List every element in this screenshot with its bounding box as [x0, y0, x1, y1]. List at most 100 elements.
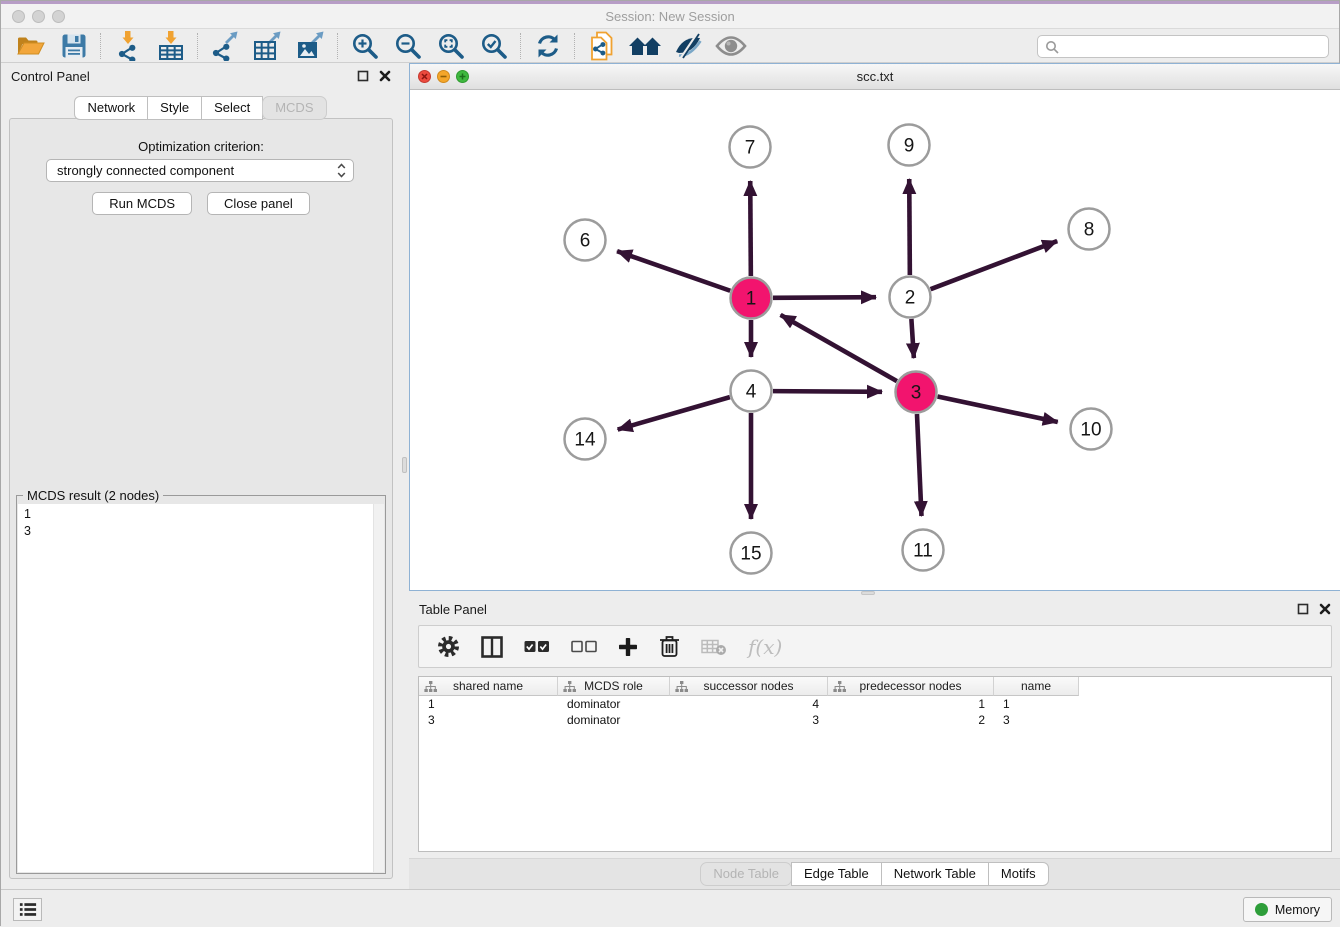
table-row[interactable]: 3dominator323 [419, 712, 1331, 728]
save-session-button[interactable] [52, 29, 95, 63]
table-cell[interactable]: 2 [828, 712, 994, 728]
run-mcds-button[interactable]: Run MCDS [92, 192, 192, 215]
show-graphics-details-button[interactable] [709, 29, 752, 63]
frame-minimize-button[interactable] [437, 70, 450, 83]
float-panel-icon[interactable] [1297, 603, 1309, 615]
table-cell[interactable]: 4 [670, 696, 828, 712]
split-view-button[interactable] [481, 636, 503, 658]
float-panel-icon[interactable] [357, 70, 369, 82]
tab-network-table[interactable]: Network Table [881, 862, 989, 886]
tab-mcds[interactable]: MCDS [262, 96, 326, 120]
select-all-button[interactable] [524, 640, 550, 654]
close-panel-button[interactable]: Close panel [207, 192, 310, 215]
export-image-button[interactable] [289, 29, 332, 63]
graph-node-6[interactable]: 6 [565, 220, 606, 261]
tab-node-table[interactable]: Node Table [700, 862, 792, 886]
vertical-splitter[interactable] [401, 63, 409, 889]
table-cell[interactable]: 1 [419, 696, 558, 712]
table-cell[interactable]: dominator [558, 696, 670, 712]
apply-layout-button[interactable] [526, 29, 569, 63]
table-cell[interactable]: 3 [419, 712, 558, 728]
column-header-name[interactable]: name [994, 677, 1079, 696]
zoom-selected-button[interactable] [472, 29, 515, 63]
table-cell[interactable]: 3 [670, 712, 828, 728]
table-cell[interactable]: 1 [828, 696, 994, 712]
export-network-button[interactable] [203, 29, 246, 63]
clear-selection-button[interactable] [571, 640, 597, 654]
tab-motifs[interactable]: Motifs [988, 862, 1049, 886]
export-table-button[interactable] [246, 29, 289, 63]
splitter-grip[interactable] [861, 591, 875, 595]
column-header-shared-name[interactable]: shared name [419, 677, 558, 696]
table-cell[interactable]: 1 [994, 696, 1079, 712]
maximize-window-button[interactable] [52, 10, 65, 23]
column-header-predecessor-nodes[interactable]: predecessor nodes [828, 677, 994, 696]
import-table-button[interactable] [149, 29, 192, 63]
graph-node-9[interactable]: 9 [889, 125, 930, 166]
graph-node-1[interactable]: 1 [731, 278, 772, 319]
home-button[interactable] [623, 29, 666, 63]
tab-select[interactable]: Select [201, 96, 263, 120]
import-network-button[interactable] [106, 29, 149, 63]
tab-style[interactable]: Style [147, 96, 202, 120]
graph-edge-1-7[interactable] [750, 181, 751, 276]
graph-node-10[interactable]: 10 [1071, 409, 1112, 450]
graph-node-4[interactable]: 4 [731, 371, 772, 412]
tab-edge-table[interactable]: Edge Table [791, 862, 882, 886]
close-window-button[interactable] [12, 10, 25, 23]
open-session-button[interactable] [9, 29, 52, 63]
splitter-grip[interactable] [402, 457, 407, 473]
close-panel-icon[interactable] [1319, 603, 1331, 615]
svg-text:9: 9 [904, 136, 915, 157]
frame-close-button[interactable] [418, 70, 431, 83]
graph-node-14[interactable]: 14 [565, 419, 606, 460]
table-cell[interactable]: dominator [558, 712, 670, 728]
network-canvas[interactable]: 7 9 6 8 1 2 4 3 14 10 15 11 [410, 90, 1340, 590]
graph-edge-1-2[interactable] [773, 297, 876, 298]
graph-node-8[interactable]: 8 [1069, 209, 1110, 250]
zoom-out-button[interactable] [386, 29, 429, 63]
hide-graphics-details-button[interactable] [666, 29, 709, 63]
table-cell[interactable]: 3 [994, 712, 1079, 728]
result-scrollbar[interactable] [373, 504, 384, 872]
graph-edge-4-14[interactable] [618, 397, 730, 429]
zoom-fit-button[interactable] [429, 29, 472, 63]
tab-network[interactable]: Network [74, 96, 148, 120]
result-line: 1 [24, 506, 370, 523]
frame-zoom-button[interactable] [456, 70, 469, 83]
create-column-button[interactable] [618, 637, 638, 657]
delete-table-button [701, 637, 727, 657]
graph-edge-3-10[interactable] [938, 397, 1058, 422]
network-from-file-button[interactable] [580, 29, 623, 63]
search-input[interactable] [1064, 40, 1321, 54]
graph-edge-4-3[interactable] [773, 391, 882, 392]
graph-edge-3-1[interactable] [781, 315, 897, 381]
delete-columns-button[interactable] [659, 634, 680, 659]
zoom-in-button[interactable] [343, 29, 386, 63]
graph-node-15[interactable]: 15 [731, 533, 772, 574]
network-frame-titlebar[interactable]: scc.txt [410, 64, 1340, 90]
table-toolbar: f(x) [418, 625, 1332, 668]
graph-node-11[interactable]: 11 [903, 530, 944, 571]
optimization-criterion-select[interactable]: strongly connected component [46, 159, 354, 182]
graph-node-7[interactable]: 7 [730, 127, 771, 168]
graph-edge-2-3[interactable] [911, 319, 913, 358]
search-field[interactable] [1037, 35, 1329, 58]
graph-edge-2-9[interactable] [909, 179, 910, 275]
graph-node-2[interactable]: 2 [890, 277, 931, 318]
column-type-icon [833, 681, 846, 693]
graph-edge-3-11[interactable] [917, 414, 922, 516]
table-row[interactable]: 1dominator411 [419, 696, 1331, 712]
mcds-result-textarea[interactable]: 13 [18, 504, 384, 872]
task-history-button[interactable] [13, 898, 42, 921]
close-panel-icon[interactable] [379, 70, 391, 82]
svg-text:6: 6 [580, 231, 591, 252]
column-header-mcds-role[interactable]: MCDS role [558, 677, 670, 696]
graph-node-3[interactable]: 3 [896, 372, 937, 413]
memory-button[interactable]: Memory [1243, 897, 1332, 922]
graph-edge-2-8[interactable] [931, 241, 1058, 289]
column-header-successor-nodes[interactable]: successor nodes [670, 677, 828, 696]
minimize-window-button[interactable] [32, 10, 45, 23]
table-options-button[interactable] [437, 635, 460, 658]
graph-edge-1-6[interactable] [617, 251, 730, 291]
